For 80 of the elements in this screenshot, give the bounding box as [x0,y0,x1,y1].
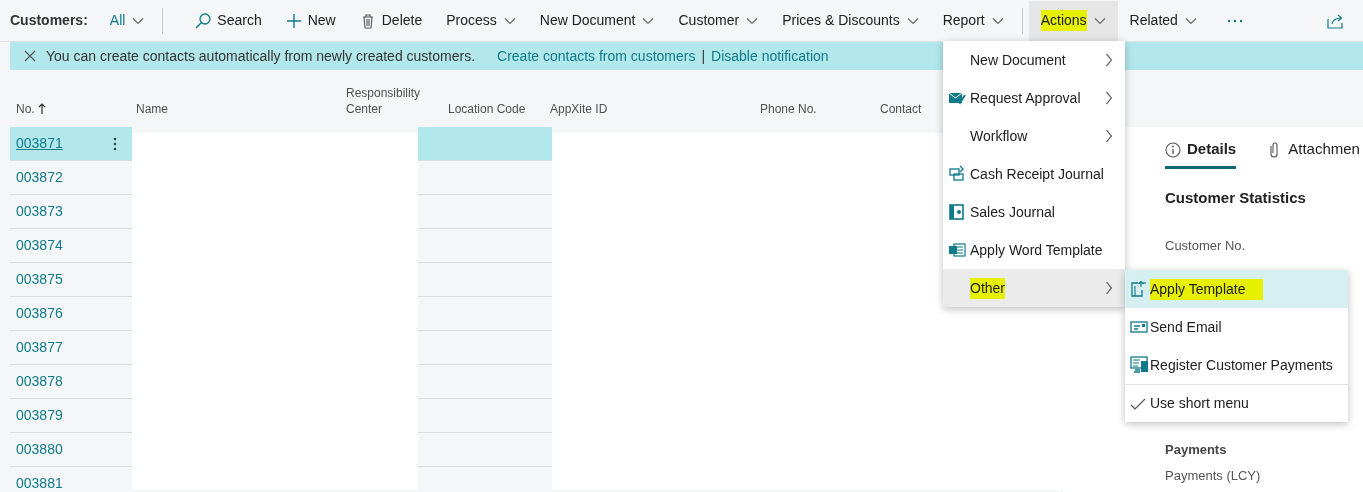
column-header[interactable]: Location Code [448,101,526,117]
customer-number-link[interactable]: 003875 [16,269,105,290]
column-header[interactable]: No. [16,101,46,117]
chevron-down-icon [503,16,516,25]
share-button[interactable] [1327,12,1345,29]
toolbar-button[interactable]: Customer [666,0,771,41]
notification-message: You can create contacts automatically from newly created customers. [46,46,476,66]
column-header[interactable]: Contact [880,101,922,117]
email-icon [1130,318,1148,336]
menu-item[interactable]: Cash Receipt Journal [943,155,1125,193]
customer-number-link[interactable]: 003880 [16,439,105,460]
menu-item[interactable]: Other [943,269,1125,307]
chevron-down-icon [1184,16,1197,25]
customer-number-link[interactable]: 003874 [16,235,105,256]
close-button[interactable] [24,50,36,62]
field-label: Customer No. [1165,236,1247,255]
customer-number-link[interactable]: 003872 [16,167,105,188]
toolbar-button[interactable]: Search [183,0,274,41]
column-header[interactable]: Phone No. [760,101,817,117]
customer-number-link[interactable]: 003877 [16,337,105,358]
toolbar-button[interactable]: Prices & Discounts [770,0,931,41]
section-heading: Payments [1165,441,1228,459]
menu-item[interactable]: Apply Template [1125,270,1348,308]
plus-icon [285,12,302,29]
chevron-down-icon [746,16,759,25]
view-filter-button[interactable]: All [109,10,145,31]
chevron-right-icon [1105,129,1113,143]
toolbar-button[interactable]: New Document [527,0,667,41]
search-icon [195,12,212,29]
table-row[interactable]: 003871 [10,127,132,161]
toolbar-button[interactable]: Process [434,0,528,41]
chevron-right-icon [1105,91,1113,105]
column-header[interactable]: AppXite ID [550,101,608,117]
chevron-down-icon [991,16,1004,25]
info-icon [1165,141,1181,158]
customer-number-link[interactable]: 003881 [16,473,105,492]
toolbar-button[interactable]: Related [1117,0,1209,41]
customer-number-link[interactable]: 003873 [16,201,105,222]
more-icon [1226,18,1243,23]
link-separator: | [701,46,706,66]
customer-number-link[interactable]: 003879 [16,405,105,426]
chevron-down-icon [132,16,145,25]
chevron-right-icon [1105,281,1113,295]
column-header[interactable]: Name [136,101,168,117]
toolbar-button[interactable]: Report [930,0,1016,41]
document-icon [948,241,966,259]
share-icon [1327,12,1345,29]
journal-icon [948,203,966,221]
menu-item[interactable]: Request Approval [943,79,1125,117]
menu-item[interactable]: Apply Word Template [943,231,1125,269]
chevron-down-icon [906,16,919,25]
factbox-tab[interactable]: Attachmen [1266,133,1360,169]
column-header[interactable]: Responsibility Center [346,85,436,117]
menu-item[interactable]: Send Email [1125,308,1348,346]
close-icon [24,50,36,62]
notification-link[interactable]: Disable notification [711,45,829,67]
menu-item[interactable]: Use short menu [1125,385,1348,422]
menu-item[interactable]: New Document [943,41,1125,79]
toolbar-button[interactable]: Delete [347,0,435,41]
money-transfer-icon [948,165,966,183]
checkmark-icon [1130,397,1146,410]
chevron-down-icon [1093,16,1106,25]
customer-number-link[interactable]: 003878 [16,371,105,392]
section-heading: Customer Statistics [1165,188,1307,208]
menu-item[interactable]: Register Customer Payments [1125,346,1348,384]
customer-number-link[interactable]: 003871 [16,133,105,154]
chevron-down-icon [642,16,655,25]
kebab-icon [113,136,117,151]
toolbar-button[interactable]: Actions [1028,0,1118,41]
field-label: Payments (LCY) [1165,466,1262,485]
notification-link[interactable]: Create contacts from customers [497,45,696,67]
chevron-right-icon [1105,53,1113,67]
menu-item[interactable]: Workflow [943,117,1125,155]
page-title: Customers: [10,11,88,30]
customer-number-link[interactable]: 003876 [16,303,105,324]
payments-icon [1130,356,1148,374]
factbox-tab[interactable]: Details [1165,133,1237,169]
template-arrow-icon [1130,280,1148,298]
toolbar-button[interactable]: New [273,0,348,41]
menu-item[interactable]: Sales Journal [943,193,1125,231]
